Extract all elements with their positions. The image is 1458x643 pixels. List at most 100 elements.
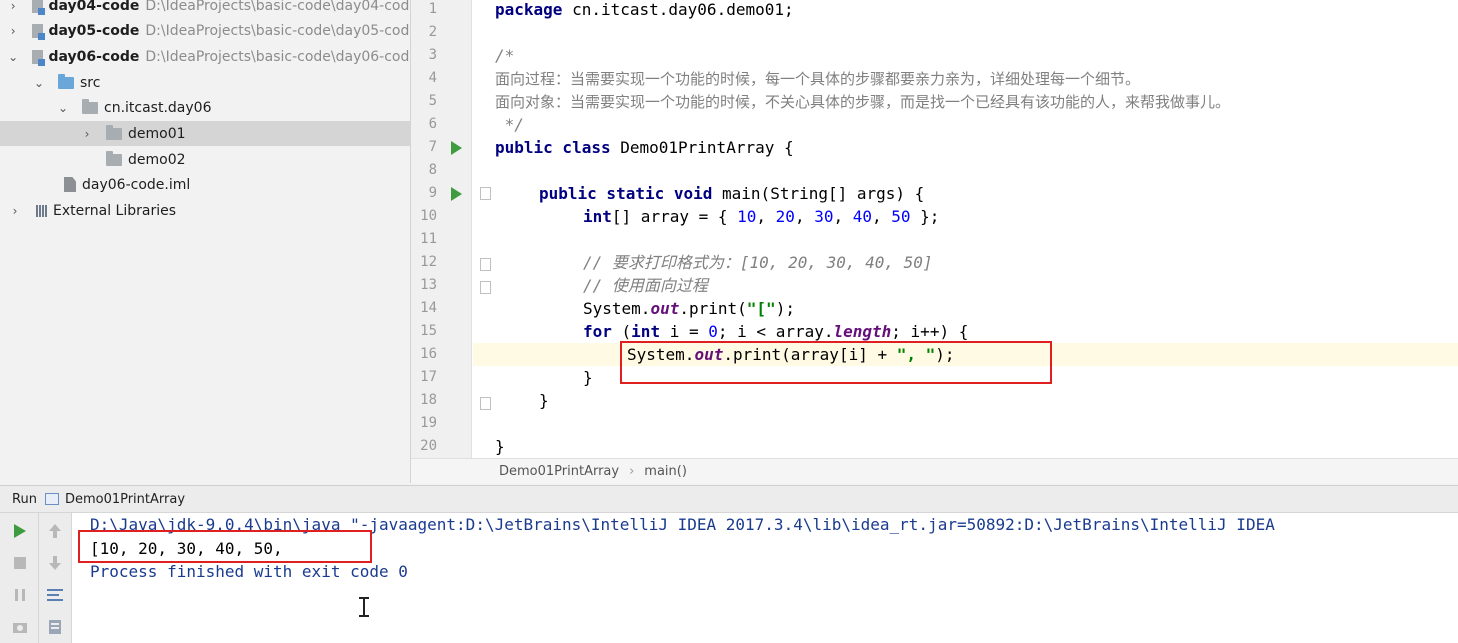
run-toolbar-secondary (39, 513, 72, 643)
breadcrumb-method[interactable]: main() (644, 464, 687, 479)
run-console[interactable]: D:\Java\jdk-9.0.4\bin\java "-javaagent:D… (72, 513, 1458, 643)
line-number: 5 (428, 93, 437, 109)
line-number: 2 (428, 24, 437, 40)
code-line-3: /* (495, 46, 515, 65)
chevron-right-icon[interactable]: › (8, 24, 18, 38)
line-number: 12 (420, 254, 437, 270)
tree-item-path: D:\IdeaProjects\basic-code\day04-code (145, 0, 411, 14)
run-config-icon (44, 493, 59, 505)
editor-gutter: 1 2 3 4 5 6 7 8 9 10 11 12 13 14 15 16 1… (411, 0, 472, 458)
code-line-15: for (int i = 0; i < array.length; i++) { (583, 322, 969, 341)
package-icon (106, 150, 122, 166)
tree-item-day06-code[interactable]: ⌄ day06-code D:\IdeaProjects\basic-code\… (0, 44, 411, 69)
tree-item-src[interactable]: ⌄ src (0, 70, 410, 95)
play-icon (14, 524, 26, 538)
code-line-13: // 使用面向过程 (583, 276, 708, 295)
rerun-button[interactable] (10, 521, 30, 541)
project-panel: › day04-code D:\IdeaProjects\basic-code\… (0, 0, 411, 483)
tree-item-demo01[interactable]: › demo01 (0, 121, 410, 146)
breadcrumb: Demo01PrintArray › main() (411, 458, 1458, 483)
package-icon (106, 124, 122, 140)
stop-icon (14, 557, 26, 569)
tree-item-external-libraries[interactable]: › External Libraries (0, 198, 410, 223)
chevron-right-icon[interactable]: › (8, 204, 22, 218)
tree-item-label: demo02 (128, 151, 186, 168)
tree-item-label: day05-code (48, 22, 140, 39)
code-line-14: System.out.print("["); (583, 299, 795, 318)
breadcrumb-separator: › (629, 463, 635, 479)
package-icon (82, 98, 98, 114)
dump-threads-button[interactable] (10, 617, 30, 637)
scroll-up-button[interactable] (45, 521, 65, 541)
chevron-right-icon[interactable]: › (8, 0, 18, 13)
tree-item-path: D:\IdeaProjects\basic-code\day05-code (145, 22, 411, 39)
code-editor[interactable]: 1 2 3 4 5 6 7 8 9 10 11 12 13 14 15 16 1… (411, 0, 1458, 458)
highlight-box-code (620, 341, 1052, 384)
code-line-12: // 要求打印格式为：[10, 20, 30, 40, 50] (583, 253, 933, 272)
module-icon (32, 0, 45, 15)
library-icon (36, 204, 47, 217)
line-number: 14 (420, 300, 437, 316)
run-class-icon[interactable] (451, 141, 462, 155)
code-line-9: public static void main(String[] args) { (539, 184, 925, 203)
run-main-icon[interactable] (451, 187, 462, 201)
print-button[interactable] (45, 617, 65, 637)
tree-item-label: demo01 (128, 125, 186, 142)
iml-file-icon (64, 177, 76, 192)
chevron-down-icon[interactable]: ⌄ (8, 50, 18, 64)
tree-item-cn-itcast-day06[interactable]: ⌄ cn.itcast.day06 (0, 95, 410, 120)
line-number: 19 (420, 415, 437, 431)
scroll-down-button[interactable] (45, 553, 65, 573)
tree-item-demo02[interactable]: demo02 (0, 147, 410, 172)
tree-item-iml-file[interactable]: day06-code.iml (0, 172, 410, 197)
pause-icon (15, 589, 25, 601)
arrow-down-icon (49, 556, 61, 570)
line-number: 16 (420, 346, 437, 362)
run-config-tab[interactable]: Demo01PrintArray (65, 492, 185, 507)
stop-button[interactable] (10, 553, 30, 573)
ide-window: › day04-code D:\IdeaProjects\basic-code\… (0, 0, 1458, 643)
run-panel-header: Run Demo01PrintArray (0, 485, 1458, 513)
tree-item-day04-code[interactable]: › day04-code D:\IdeaProjects\basic-code\… (0, 0, 411, 18)
line-number: 4 (428, 70, 437, 86)
tree-item-label: cn.itcast.day06 (104, 99, 212, 116)
highlight-box-output (78, 530, 372, 563)
tree-item-day05-code[interactable]: › day05-code D:\IdeaProjects\basic-code\… (0, 18, 411, 43)
pause-button[interactable] (10, 585, 30, 605)
line-number: 15 (420, 323, 437, 339)
arrow-up-icon (49, 524, 61, 538)
tree-item-label: day06-code.iml (82, 176, 191, 193)
chevron-down-icon[interactable]: ⌄ (32, 76, 46, 90)
soft-wrap-button[interactable] (45, 585, 65, 605)
text-cursor-icon (359, 597, 369, 617)
source-folder-icon (58, 73, 74, 89)
line-number: 13 (420, 277, 437, 293)
tree-item-label: src (80, 74, 101, 91)
module-icon (32, 49, 45, 66)
line-number: 1 (428, 1, 437, 17)
line-number: 10 (420, 208, 437, 224)
code-line-10: int[] array = { 10, 20, 30, 40, 50 }; (583, 207, 940, 226)
line-number: 7 (428, 139, 437, 155)
line-number: 11 (420, 231, 437, 247)
breadcrumb-class[interactable]: Demo01PrintArray (499, 464, 619, 479)
tree-item-label: day04-code (48, 0, 140, 14)
chevron-right-icon[interactable]: › (80, 127, 94, 141)
line-number: 3 (428, 47, 437, 63)
line-number: 6 (428, 116, 437, 132)
code-line-6: */ (495, 115, 524, 134)
print-icon (49, 620, 61, 634)
code-line-5: 面向对象：当需要实现一个功能的时候，不关心具体的步骤，而是找一个已经具有该功能的… (495, 93, 1231, 111)
code-line-20: } (495, 437, 505, 456)
line-number: 18 (420, 392, 437, 408)
tree-item-path: D:\IdeaProjects\basic-code\day06-code (145, 48, 411, 65)
code-line-4: 面向过程：当需要实现一个功能的时候，每一个具体的步骤都要亲力亲为，详细处理每一个… (495, 70, 1141, 88)
chevron-down-icon[interactable]: ⌄ (56, 101, 70, 115)
camera-icon (13, 623, 27, 633)
code-line-18: } (539, 391, 549, 410)
tree-item-label: day06-code (48, 48, 140, 65)
line-number: 8 (428, 162, 437, 178)
wrap-icon (47, 589, 63, 601)
